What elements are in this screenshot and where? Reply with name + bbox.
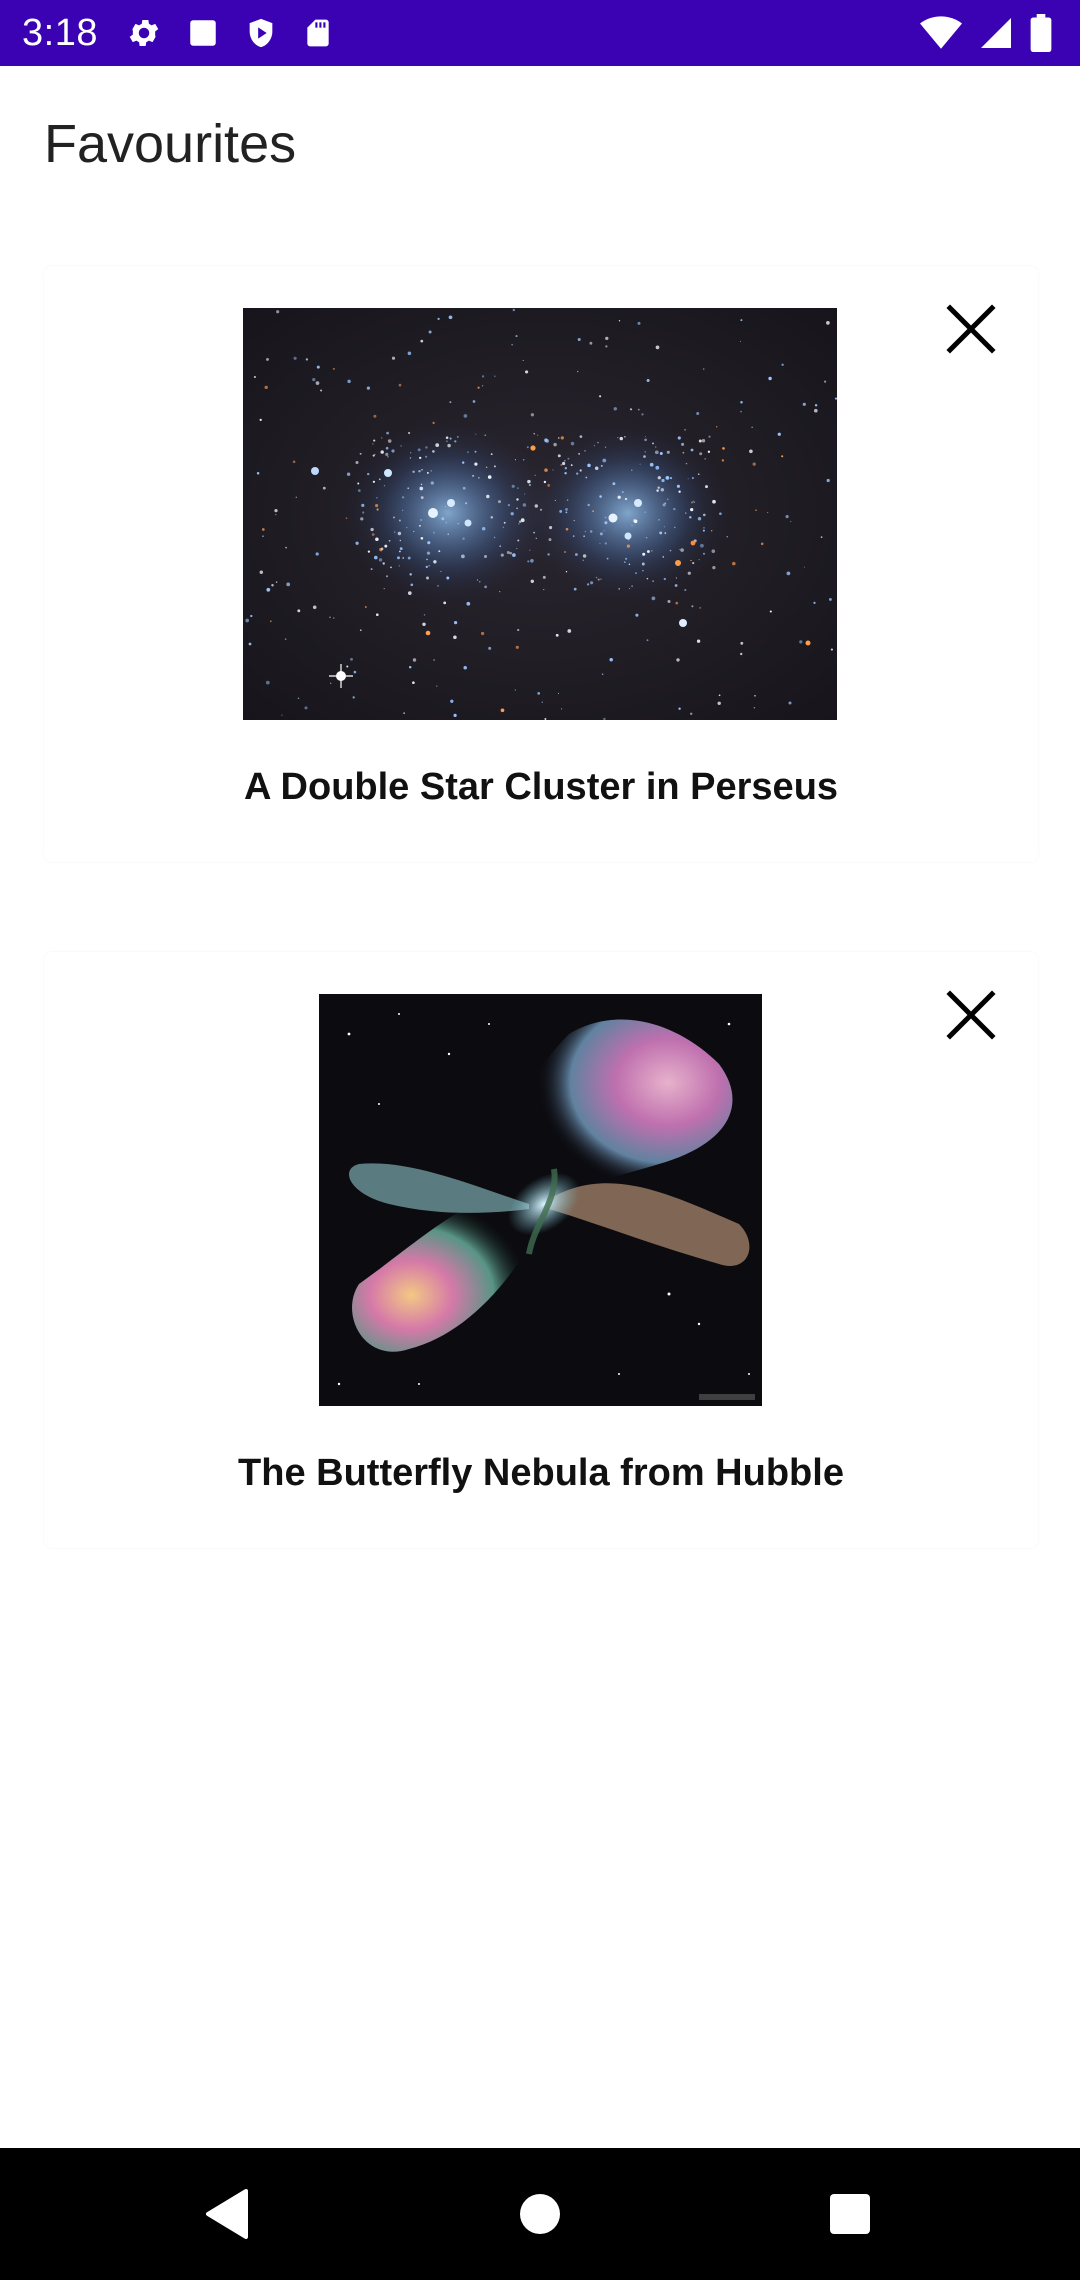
back-button[interactable] bbox=[156, 2148, 296, 2280]
home-button[interactable] bbox=[470, 2148, 610, 2280]
recents-button[interactable] bbox=[780, 2148, 920, 2280]
page-title: Favourites bbox=[44, 114, 297, 174]
cellular-signal-icon bbox=[978, 15, 1014, 51]
favourite-card[interactable]: The Butterfly Nebula from Hubble bbox=[44, 952, 1038, 1548]
remove-favourite-button[interactable] bbox=[942, 300, 1000, 358]
home-icon bbox=[520, 2194, 560, 2234]
star-cluster-image[interactable] bbox=[243, 308, 837, 720]
status-icons-left bbox=[126, 14, 334, 52]
favourite-title[interactable]: The Butterfly Nebula from Hubble bbox=[44, 1450, 1038, 1496]
battery-icon bbox=[1030, 14, 1052, 52]
shield-play-icon bbox=[244, 15, 278, 51]
wifi-icon bbox=[920, 15, 962, 51]
sd-card-icon bbox=[302, 15, 334, 51]
close-icon bbox=[946, 304, 996, 354]
remove-favourite-button[interactable] bbox=[942, 986, 1000, 1044]
butterfly-nebula-image[interactable] bbox=[319, 994, 762, 1406]
status-bar: 3:18 bbox=[0, 0, 1080, 66]
back-icon bbox=[206, 2189, 248, 2239]
square-notification-icon bbox=[186, 16, 220, 50]
favourite-card[interactable]: A Double Star Cluster in Perseus bbox=[44, 266, 1038, 862]
status-icons-right bbox=[920, 14, 1052, 52]
favourite-title[interactable]: A Double Star Cluster in Perseus bbox=[44, 764, 1038, 810]
recents-icon bbox=[830, 2194, 870, 2234]
navigation-bar bbox=[0, 2148, 1080, 2280]
settings-icon bbox=[126, 15, 162, 51]
close-icon bbox=[946, 990, 996, 1040]
favourites-screen: 3:18 Favourites A Double Star Cluster in… bbox=[0, 0, 1080, 2280]
status-time: 3:18 bbox=[22, 12, 98, 54]
